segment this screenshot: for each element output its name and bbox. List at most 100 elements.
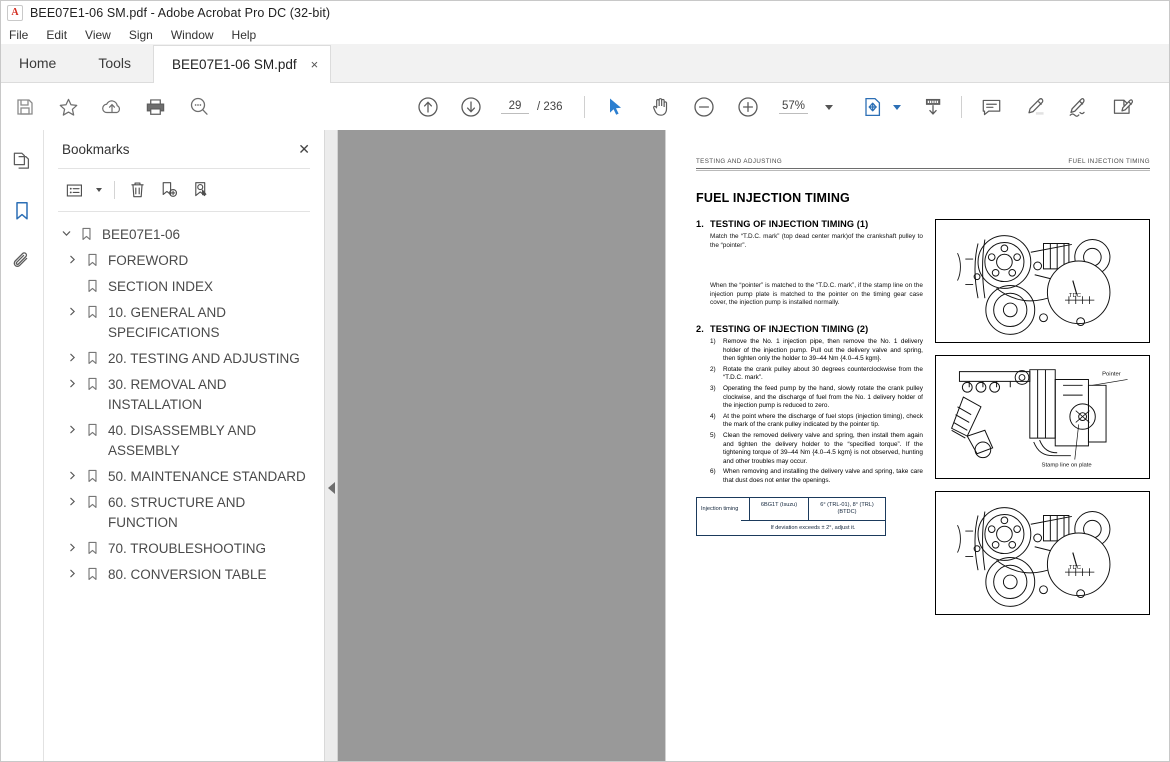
menu-help[interactable]: Help — [232, 28, 257, 42]
select-tool-button[interactable] — [602, 83, 630, 131]
chevron-right-icon[interactable] — [62, 467, 82, 481]
header-right-text: FUEL INJECTION TIMING — [1068, 158, 1150, 165]
bookmarks-icon[interactable] — [9, 198, 35, 224]
table-cell-engine: 6BG1T (Isuzu) — [750, 498, 809, 521]
document-viewer[interactable]: TESTING AND ADJUSTING FUEL INJECTION TIM… — [338, 130, 1169, 761]
crank-pulley-timing-mark-figure: TDC — [934, 491, 1150, 615]
tab-tools[interactable]: Tools — [76, 44, 153, 82]
fit-page-button[interactable] — [859, 83, 887, 131]
crank-pulley-tdc-mark-figure: TDC — [934, 219, 1150, 343]
bookmark-item-maintenance-standard[interactable]: 50. MAINTENANCE STANDARD — [44, 464, 324, 490]
bookmarks-toolbar — [44, 169, 324, 211]
next-page-button[interactable] — [457, 83, 485, 131]
list-item: 1) Remove the No. 1 injection pipe, then… — [710, 338, 923, 364]
bookmark-item-structure-function[interactable]: 60. STRUCTURE AND FUNCTION — [44, 490, 324, 536]
list-item: 3) Operating the feed pump by the hand, … — [710, 385, 923, 411]
zoom-level-control[interactable]: 57% — [779, 83, 809, 131]
table-cell-value: 6° (TRL-01), 8° (TRL) (BTDC) — [820, 502, 874, 516]
step-number: 3) — [710, 384, 716, 392]
step-text: Rotate the crank pulley about 30 degrees… — [723, 365, 923, 382]
bookmark-item-foreword[interactable]: FOREWORD — [44, 248, 324, 274]
bookmark-icon — [82, 421, 102, 437]
options-chevron-icon[interactable] — [92, 177, 106, 203]
menu-bar: File Edit View Sign Window Help — [1, 25, 1169, 44]
chevron-down-icon[interactable] — [56, 225, 76, 239]
chevron-right-icon[interactable] — [62, 421, 82, 435]
zoom-level-value[interactable]: 57% — [779, 100, 809, 114]
pdf-page[interactable]: TESTING AND ADJUSTING FUEL INJECTION TIM… — [666, 130, 1169, 761]
bookmark-icon — [82, 539, 102, 555]
chevron-right-icon[interactable] — [62, 303, 82, 317]
acrobat-window: A BEE07E1-06 SM.pdf - Adobe Acrobat Pro … — [0, 0, 1170, 762]
bookmark-item-troubleshooting[interactable]: 70. TROUBLESHOOTING — [44, 536, 324, 562]
chevron-right-icon[interactable] — [62, 349, 82, 363]
chevron-right-icon[interactable] — [62, 375, 82, 389]
print-icon[interactable] — [141, 83, 169, 131]
chevron-right-icon[interactable] — [62, 251, 82, 265]
step-text: Operating the feed pump by the hand, slo… — [723, 384, 923, 410]
search-icon[interactable] — [185, 83, 213, 131]
chevron-right-icon[interactable] — [62, 565, 82, 579]
bookmark-label: 70. TROUBLESHOOTING — [108, 541, 267, 556]
fit-page-chevron-icon[interactable] — [889, 83, 905, 131]
chevron-right-icon[interactable] — [62, 493, 82, 507]
highlighter-icon[interactable] — [1021, 83, 1049, 131]
page-thumbnails-icon[interactable] — [9, 148, 35, 174]
window-title: BEE07E1-06 SM.pdf - Adobe Acrobat Pro DC… — [30, 6, 331, 20]
cloud-upload-icon[interactable] — [98, 83, 126, 131]
tab-home[interactable]: Home — [1, 44, 76, 82]
find-bookmark-icon[interactable] — [187, 177, 215, 203]
chevron-down-icon[interactable] — [821, 83, 837, 131]
bookmark-item-testing-adjusting[interactable]: 20. TESTING AND ADJUSTING — [44, 346, 324, 372]
bookmark-item-removal-installation[interactable]: 30. REMOVAL AND INSTALLATION — [44, 372, 324, 418]
attachments-icon[interactable] — [9, 248, 35, 274]
bookmark-label: 10. GENERAL AND SPECIFICATIONS — [108, 305, 227, 340]
star-icon[interactable] — [54, 83, 82, 131]
close-icon[interactable]: × — [311, 57, 319, 72]
hand-tool-button[interactable] — [646, 83, 674, 131]
comment-icon[interactable] — [977, 83, 1005, 131]
bookmark-item-conversion-table[interactable]: 80. CONVERSION TABLE — [44, 562, 324, 588]
new-bookmark-icon[interactable] — [155, 177, 183, 203]
menu-view[interactable]: View — [85, 28, 111, 42]
fill-and-sign-icon[interactable] — [1108, 83, 1138, 131]
collapse-panel-arrow-icon[interactable] — [328, 482, 335, 494]
page-navigation: 29 / 236 — [501, 83, 563, 131]
list-item: 2) Rotate the crank pulley about 30 degr… — [710, 366, 923, 383]
section-1-heading: 1. TESTING OF INJECTION TIMING (1) — [696, 219, 923, 229]
bookmarks-panel: Bookmarks ✕ BEE07E1-06 FOREWORD SECTION … — [44, 130, 325, 761]
bookmark-item-root[interactable]: BEE07E1-06 — [44, 222, 324, 248]
menu-window[interactable]: Window — [171, 28, 214, 42]
menu-sign[interactable]: Sign — [129, 28, 153, 42]
scroll-mode-button[interactable] — [919, 83, 947, 131]
step-number: 6) — [710, 468, 716, 476]
tab-document[interactable]: BEE07E1-06 SM.pdf × — [153, 45, 332, 83]
list-item: 5) Clean the removed delivery valve and … — [710, 432, 923, 466]
previous-page-button[interactable] — [414, 83, 442, 131]
bookmark-icon — [82, 303, 102, 319]
svg-text:Stamp line on plate: Stamp line on plate — [1041, 462, 1091, 468]
chevron-right-icon[interactable] — [62, 539, 82, 553]
zoom-in-button[interactable] — [734, 83, 762, 131]
sign-icon[interactable] — [1064, 83, 1092, 131]
step-text: At the point where the discharge of fuel… — [723, 412, 923, 429]
options-list-icon[interactable] — [60, 177, 88, 203]
bookmark-icon — [82, 493, 102, 509]
section-2-title: TESTING OF INJECTION TIMING (2) — [710, 323, 869, 334]
trash-icon[interactable] — [123, 177, 151, 203]
page-number-input[interactable]: 29 — [501, 100, 529, 114]
bookmark-item-disassembly-assembly[interactable]: 40. DISASSEMBLY AND ASSEMBLY — [44, 418, 324, 464]
zoom-out-button[interactable] — [690, 83, 718, 131]
panel-close-icon[interactable]: ✕ — [298, 141, 310, 158]
panel-splitter[interactable] — [325, 130, 338, 761]
acrobat-logo-glyph: A — [11, 7, 19, 18]
bookmark-item-section-index[interactable]: SECTION INDEX — [44, 274, 324, 300]
acrobat-logo-icon: A — [7, 5, 23, 21]
save-icon[interactable] — [11, 83, 39, 131]
menu-file[interactable]: File — [9, 28, 28, 42]
table-cell-label: Injection timing — [697, 498, 750, 521]
menu-edit[interactable]: Edit — [46, 28, 67, 42]
header-rule-thin — [696, 170, 1150, 171]
bookmark-item-general-specifications[interactable]: 10. GENERAL AND SPECIFICATIONS — [44, 300, 324, 346]
